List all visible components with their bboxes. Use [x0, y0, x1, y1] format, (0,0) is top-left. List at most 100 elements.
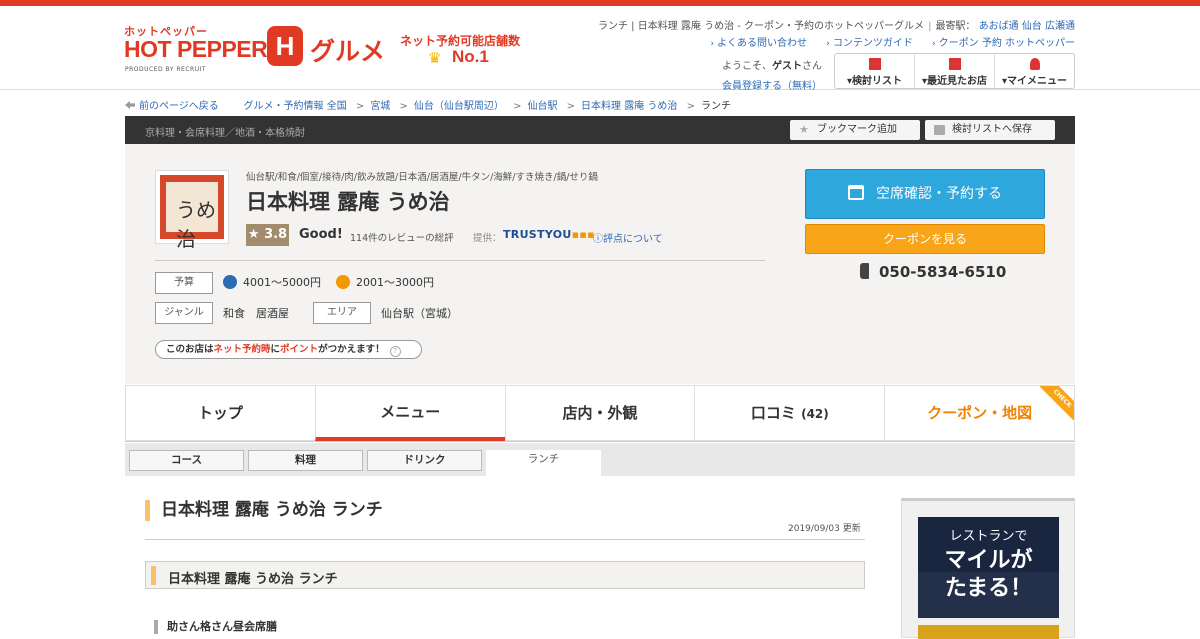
coupon-reserve-label: クーポン 予約 ホットペッパー — [938, 38, 1075, 49]
welcome-suffix: さん — [802, 61, 822, 72]
trustyou-logo: TRUSTYOU▪▪▪ — [503, 228, 595, 241]
header-buttons: ▾検討リスト ▾最近見たお店 ▾マイメニュー — [834, 53, 1075, 89]
shop-logo-image[interactable]: うめ治 — [155, 170, 229, 251]
tab-coupon-map-label: クーポン・地図 — [927, 404, 1033, 422]
site-header: ホットペッパー HOT PEPPER H グルメ PRODUCED BY REC… — [0, 6, 1200, 92]
bookmark-button[interactable]: ★ ブックマーク追加 — [790, 120, 920, 140]
rating-value: 3.8 — [264, 227, 288, 242]
rating-about-link[interactable]: ⓘ評点について — [593, 230, 663, 245]
shop-icon — [948, 58, 961, 70]
reserve-button[interactable]: 空席確認・予約する — [805, 169, 1045, 219]
sidebar: レストランで マイルが たまる！ — [901, 498, 1075, 639]
breadcrumb-item[interactable]: 仙台駅 — [527, 101, 557, 112]
help-icon: ? — [389, 346, 401, 357]
tab-top-label: トップ — [197, 404, 243, 422]
review-count-badge: (42) — [801, 407, 829, 421]
back-arrow-icon — [125, 101, 135, 109]
content-guide-label: コンテンツガイド — [832, 38, 913, 49]
points-post: がつかえます！ — [318, 344, 385, 355]
consider-list-button[interactable]: ▾検討リスト — [835, 54, 915, 88]
back-link[interactable]: 前のページへ戻る — [139, 101, 219, 112]
register-link[interactable]: 会員登録する（無料） — [722, 77, 822, 92]
star-icon: ★ — [799, 123, 809, 136]
area-value: 仙台駅（宮城） — [381, 307, 458, 320]
trustyou-text: TRUSTYOU — [503, 228, 572, 241]
rating-about-label: 評点について — [603, 234, 663, 245]
user-icon — [1029, 58, 1040, 70]
faq-link[interactable]: › よくある問い合わせ — [710, 38, 807, 49]
genre-tag: ジャンル — [155, 302, 213, 324]
menu-subtabs: コース 料理 ドリンク ランチ — [125, 443, 1075, 476]
station-link[interactable]: 広瀬通 — [1045, 21, 1075, 32]
breadcrumb-current: ランチ — [700, 101, 731, 112]
breadcrumb-item[interactable]: 仙台（仙台駅周辺） — [414, 101, 504, 112]
logo-gourmet-text: グルメ — [310, 37, 386, 66]
coupon-button[interactable]: クーポンを見る — [805, 224, 1045, 254]
tab-reviews-label: 口コミ — [750, 404, 796, 422]
save-to-list-button[interactable]: 検討リストへ保存 — [925, 120, 1055, 140]
subtab-drink[interactable]: ドリンク — [367, 450, 482, 471]
budget-dinner: 4001～5000円 — [223, 274, 321, 290]
breadcrumb-item[interactable]: 日本料理 露庵 うめ治 — [581, 101, 677, 112]
section-accent — [151, 566, 156, 585]
content-title: 日本料理 露庵 うめ治 ランチ — [145, 500, 383, 521]
phone-value: 050-5834-6510 — [879, 263, 1007, 281]
section-header: 日本料理 露庵 うめ治 ランチ — [145, 561, 865, 589]
points-pre: このお店は — [166, 344, 214, 355]
area-tag: エリア — [313, 302, 371, 324]
ad-headline: マイルが たまる！ — [918, 547, 1059, 603]
mileage-ad-banner[interactable]: レストランで マイルが たまる！ — [918, 517, 1059, 618]
no1-rank: No.1 — [452, 47, 489, 66]
sun-icon — [336, 275, 350, 289]
reserve-label: 空席確認・予約する — [876, 186, 1002, 202]
my-menu-label: マイメニュー — [1007, 76, 1068, 87]
breadcrumb: 前のページへ戻る グルメ・予約情報 全国 > 宮城 > 仙台（仙台駅周辺） > 仙台駅… — [125, 97, 731, 112]
shop-logo-text: うめ治 — [176, 198, 216, 251]
recent-shops-button[interactable]: ▾最近見たお店 — [915, 54, 995, 88]
points-notice[interactable]: このお店はネット予約時にポイントがつかえます！? — [155, 340, 422, 359]
my-menu-button[interactable]: ▾マイメニュー — [995, 54, 1074, 88]
logo-produced-by: PRODUCED BY RECRUIT — [125, 66, 207, 73]
check-ribbon-text: CHECK — [1039, 386, 1074, 420]
breadcrumb-item[interactable]: グルメ・予約情報 全国 — [244, 101, 347, 112]
tab-coupon-map[interactable]: クーポン・地図 CHECK — [884, 385, 1075, 441]
tab-menu[interactable]: メニュー — [314, 385, 505, 441]
save-to-list-label: 検討リストへ保存 — [952, 124, 1032, 135]
page-title: ランチ | 日本料理 露庵 うめ治 - クーポン・予約のホットペッパーグルメ — [598, 21, 925, 32]
divider — [155, 260, 765, 261]
tab-interior[interactable]: 店内・外観 — [504, 385, 695, 441]
subtab-lunch[interactable]: ランチ — [486, 450, 601, 476]
subtab-food[interactable]: 料理 — [248, 450, 363, 471]
header-meta: ランチ | 日本料理 露庵 うめ治 - クーポン・予約のホットペッパーグルメ | 最… — [598, 21, 1075, 32]
consider-list-label: 検討リスト — [852, 76, 903, 87]
moon-icon — [223, 275, 237, 289]
tab-menu-label: メニュー — [380, 403, 441, 421]
breadcrumb-item[interactable]: 宮城 — [370, 101, 390, 112]
phone-number[interactable]: 050-5834-6510 — [860, 263, 1006, 281]
points-red2: ポイント — [280, 344, 319, 355]
header-links: › よくある問い合わせ › コンテンツガイド › クーポン 予約 ホットペッパー — [694, 34, 1075, 49]
crown-icon: ♛ — [428, 49, 442, 67]
content-guide-link[interactable]: › コンテンツガイド — [826, 38, 913, 49]
tab-interior-label: 店内・外観 — [562, 404, 638, 422]
faq-link-label: よくある問い合わせ — [717, 38, 808, 49]
phone-icon — [860, 263, 869, 279]
shop-name: 日本料理 露庵 うめ治 — [246, 190, 450, 214]
station-link[interactable]: あおば通 — [979, 21, 1019, 32]
station-link[interactable]: 仙台 — [1022, 21, 1042, 32]
welcome-text: ようこそ、ゲストさん — [722, 57, 822, 72]
logo-main-text: HOT PEPPER — [124, 36, 268, 62]
budget-dinner-value: 4001～5000円 — [243, 276, 321, 289]
secondary-ad-banner[interactable] — [918, 625, 1059, 639]
subtab-course[interactable]: コース — [129, 450, 244, 471]
review-count: 114件のレビューの総評 — [350, 233, 454, 244]
divider — [145, 539, 865, 540]
budget-tag: 予算 — [155, 272, 213, 294]
tab-top[interactable]: トップ — [125, 385, 315, 441]
ad-line1: レストランで — [949, 529, 1028, 544]
tab-reviews[interactable]: 口コミ (42) — [694, 385, 885, 441]
logo-h-icon: H — [267, 26, 303, 66]
site-logo[interactable]: ホットペッパー HOT PEPPER H グルメ PRODUCED BY REC… — [124, 22, 394, 82]
coupon-reserve-link[interactable]: › クーポン 予約 ホットペッパー — [932, 38, 1075, 49]
no1-badge: ネット予約可能店舗数 ♛ No.1 — [400, 32, 520, 72]
